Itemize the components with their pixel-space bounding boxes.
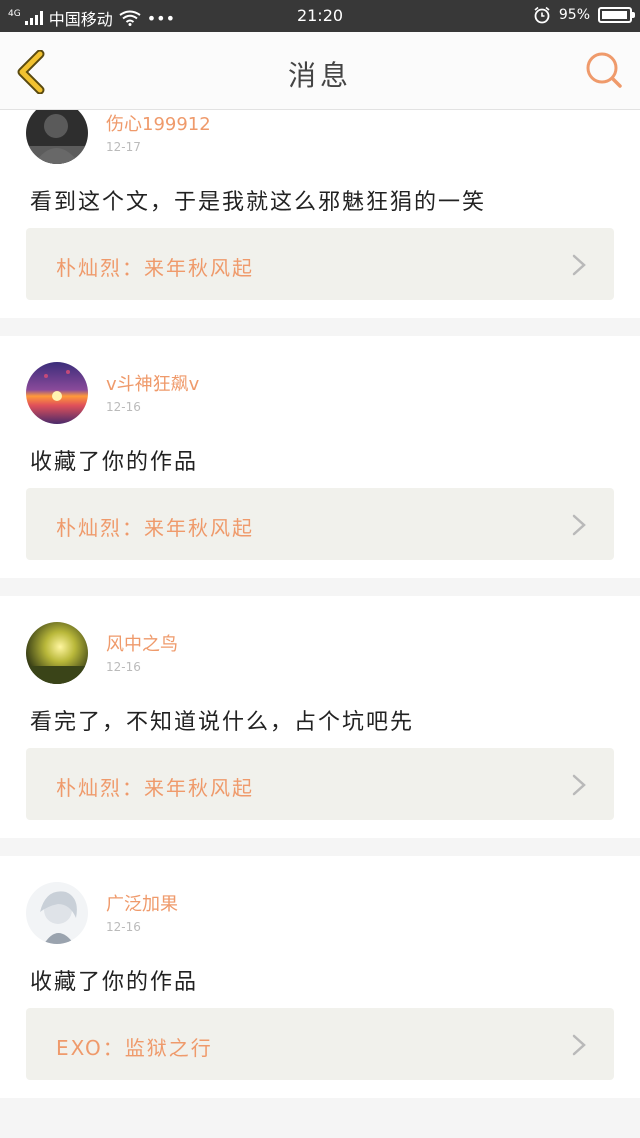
message-card[interactable]: v斗神狂飙v 12-16 收藏了你的作品 朴灿烈：来年秋风起 [0,336,640,578]
avatar-image [26,110,88,164]
message-date: 12-16 [106,400,141,414]
work-link[interactable]: 朴灿烈：来年秋风起 [26,228,614,300]
work-title: 朴灿烈：来年秋风起 [56,776,254,800]
avatar[interactable] [26,110,88,164]
avatar[interactable] [26,362,88,424]
alarm-icon [534,6,550,24]
message-date: 12-17 [106,140,141,154]
message-card[interactable]: 风中之鸟 12-16 看完了，不知道说什么，占个坑吧先 朴灿烈：来年秋风起 [0,596,640,838]
message-card[interactable]: 伤心199912 12-17 看到这个文，于是我就这么邪魅狂狷的一笑 朴灿烈：来… [0,110,640,318]
avatar[interactable] [26,882,88,944]
search-icon [586,52,622,88]
message-list: 伤心199912 12-17 看到这个文，于是我就这么邪魅狂狷的一笑 朴灿烈：来… [0,110,640,1138]
username[interactable]: 伤心199912 [106,110,211,136]
message-text: 收藏了你的作品 [30,970,199,995]
battery-percent: 95% [558,7,590,23]
page-title: 消息 [287,59,352,92]
avatar[interactable] [26,622,88,684]
message-card[interactable]: 广泛加果 12-16 收藏了你的作品 EXO：监狱之行 [0,856,640,1098]
battery-icon [598,7,635,23]
search-button[interactable] [584,50,624,92]
work-link[interactable]: EXO：监狱之行 [26,1008,614,1080]
avatar-image [26,882,88,944]
status-right: 95% [533,6,635,24]
work-link[interactable]: 朴灿烈：来年秋风起 [26,488,614,560]
work-title: EXO：监狱之行 [56,1036,213,1060]
nav-bar: 消息 [0,32,640,110]
message-date: 12-16 [106,920,141,934]
status-bar: 4G 中国移动 ••• 21:20 95% [0,0,640,32]
chevron-right-icon [572,1034,586,1056]
work-link[interactable]: 朴灿烈：来年秋风起 [26,748,614,820]
username[interactable]: 广泛加果 [106,890,178,916]
username[interactable]: v斗神狂飙v [106,370,199,396]
chevron-right-icon [572,514,586,536]
work-title: 朴灿烈：来年秋风起 [56,256,254,280]
message-text: 看到这个文，于是我就这么邪魅狂狷的一笑 [30,190,487,215]
avatar-image [26,622,88,684]
message-text: 看完了，不知道说什么，占个坑吧先 [30,710,415,735]
work-title: 朴灿烈：来年秋风起 [56,516,254,540]
chevron-right-icon [572,254,586,276]
avatar-image [26,362,88,424]
username[interactable]: 风中之鸟 [106,630,178,656]
message-text: 收藏了你的作品 [30,450,199,475]
message-date: 12-16 [106,660,141,674]
chevron-right-icon [572,774,586,796]
